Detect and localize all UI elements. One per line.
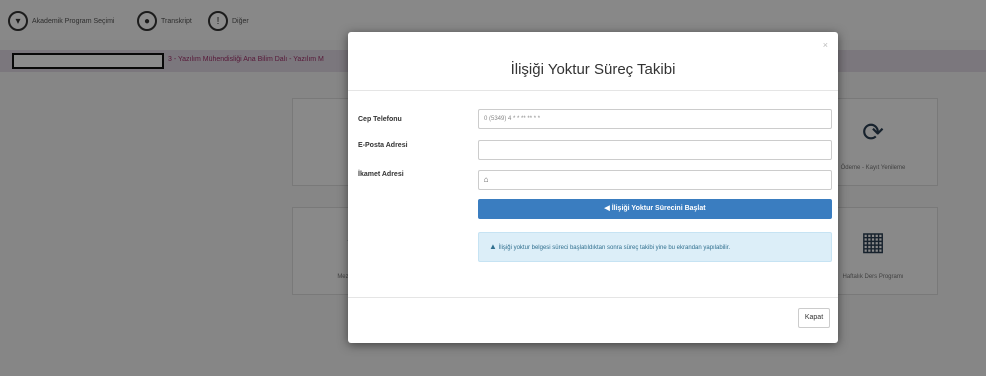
- email-label: E-Posta Adresi: [358, 142, 408, 149]
- home-icon: ⌂: [483, 175, 489, 184]
- close-button[interactable]: Kapat: [798, 308, 830, 328]
- info-alert: ▲ İlişiği yoktur belgesi süreci başlatıl…: [478, 232, 832, 262]
- warning-icon: ▲: [489, 242, 497, 251]
- phone-label: Cep Telefonu: [358, 116, 402, 123]
- start-process-button[interactable]: ◀ İlişiği Yoktur Sürecini Başlat: [478, 199, 832, 219]
- footer-divider: [348, 297, 838, 298]
- dialog: × İlişiği Yoktur Süreç Takibi Cep Telefo…: [348, 32, 838, 343]
- dialog-title: İlişiği Yoktur Süreç Takibi: [510, 61, 676, 78]
- phone-field[interactable]: 0 (5349) 4 * * ** ** * *: [478, 109, 832, 129]
- address-field[interactable]: ⌂: [478, 170, 832, 190]
- email-field[interactable]: [478, 140, 832, 160]
- close-icon[interactable]: ×: [823, 40, 828, 50]
- address-label: İkamet Adresi: [358, 171, 404, 178]
- info-text: İlişiği yoktur belgesi süreci başlatıldı…: [498, 245, 731, 251]
- header-divider: [348, 90, 838, 91]
